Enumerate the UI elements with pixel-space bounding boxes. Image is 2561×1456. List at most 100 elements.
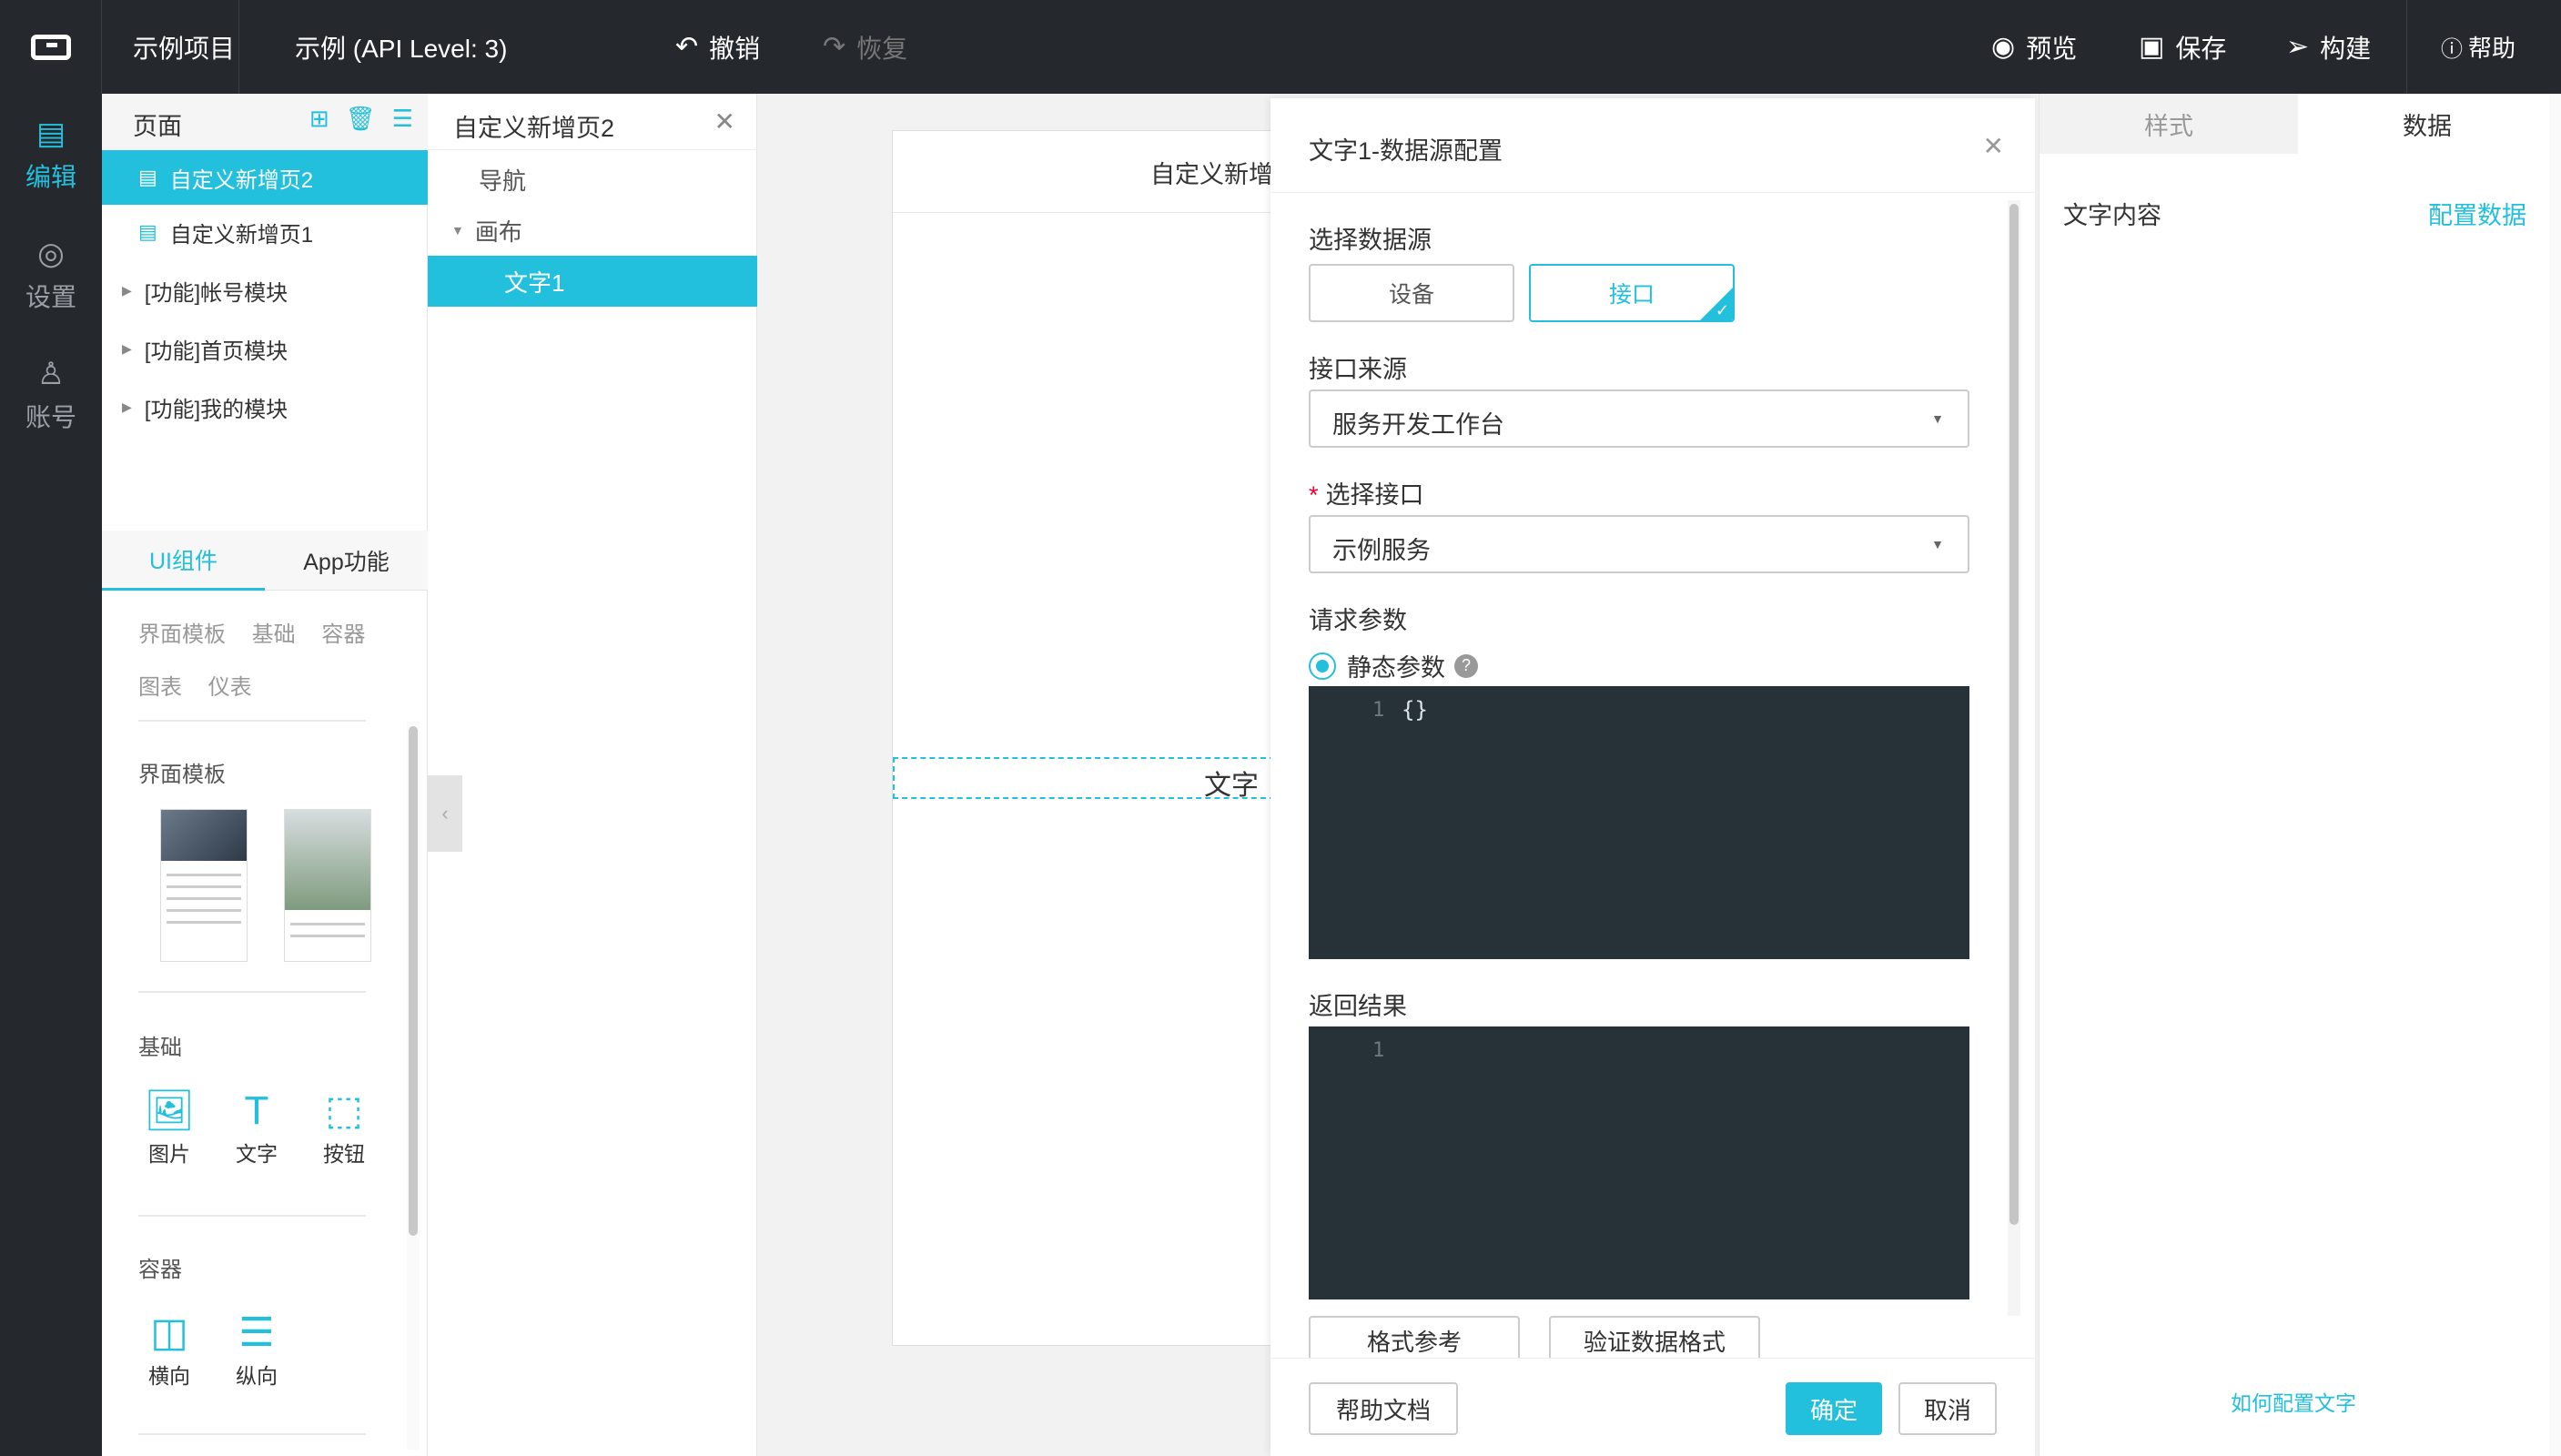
component-vertical[interactable]: ☰ 纵向 (220, 1308, 293, 1390)
topbar-divider-2 (2406, 0, 2407, 94)
check-icon: ✓ (1715, 301, 1729, 319)
required-mark: * (1309, 481, 1319, 509)
category-filter-row[interactable]: 图表 仪表 (138, 669, 252, 701)
rail-edit[interactable]: ▤ 编辑 (0, 116, 102, 194)
select-api-value: 示例服务 (1332, 537, 1431, 564)
tab-style[interactable]: 样式 (2040, 94, 2298, 154)
undo-button[interactable]: ↶ 撤销 (675, 0, 760, 94)
template-thumbnail[interactable] (284, 809, 371, 962)
radio-selected-icon (1309, 652, 1336, 680)
module-item[interactable]: ▶ [功能]我的模块 (102, 379, 428, 434)
redo-button[interactable]: ↷ 恢复 (823, 0, 907, 94)
select-api-select[interactable]: 示例服务 ▼ (1309, 515, 1969, 573)
page-item-label: 自定义新增页2 (169, 167, 314, 193)
eye-icon: ◉ (1991, 32, 2016, 62)
collapse-panel-handle[interactable]: ‹ (428, 775, 462, 852)
pages-toolbar: ⊞🗑☰ (309, 105, 413, 133)
api-source-select[interactable]: 服务开发工作台 ▼ (1309, 389, 1969, 448)
dialog-title: 文字1-数据源配置 (1309, 137, 1503, 165)
tab-data[interactable]: 数据 (2298, 94, 2556, 154)
left-rail: ▤ 编辑 ◎ 设置 ♙ 账号 (0, 94, 102, 1456)
component-text[interactable]: T 文字 (220, 1086, 293, 1168)
logo-icon (30, 34, 71, 60)
component-button[interactable]: ⬚ 按钮 (308, 1086, 380, 1168)
delete-page-icon[interactable]: 🗑 (346, 105, 392, 132)
section-title-templates: 界面模板 (138, 763, 226, 787)
component-image[interactable]: 🖼 图片 (133, 1086, 206, 1168)
undo-label: 撤销 (709, 34, 761, 63)
tree-node-nav[interactable]: 导航 (428, 154, 757, 205)
user-icon: ♙ (36, 357, 66, 391)
line-number: 1 (1372, 1039, 1385, 1062)
build-button[interactable]: ➢ 构建 (2286, 0, 2371, 94)
help-doc-button[interactable]: 帮助文档 (1309, 1382, 1458, 1435)
redo-label: 恢复 (856, 34, 908, 63)
expand-arrow-icon: ▶ (122, 340, 132, 356)
module-item[interactable]: ▶ [功能]首页模块 (102, 321, 428, 376)
confirm-button[interactable]: 确定 (1786, 1382, 1882, 1435)
page-icon: ▤ (138, 166, 157, 188)
app-name: 示例 (API Level: 3) (295, 34, 508, 63)
menu-icon[interactable]: ☰ (392, 105, 413, 132)
help-label: 帮助 (2468, 35, 2516, 62)
tab-app-features[interactable]: App功能 (265, 531, 428, 591)
static-params-radio[interactable]: 静态参数? (1309, 648, 1478, 683)
properties-scrollbar[interactable] (2549, 94, 2561, 1456)
outline-header: 自定义新增页2 ✕ (428, 94, 757, 150)
rail-settings[interactable]: ◎ 设置 (0, 236, 102, 314)
app-logo[interactable] (0, 0, 102, 94)
question-icon[interactable]: ? (1454, 653, 1478, 678)
divider (138, 1215, 366, 1217)
build-label: 构建 (2320, 34, 2372, 63)
response-code-editor[interactable]: 1 (1309, 1026, 1969, 1299)
project-name[interactable]: 示例项目 (133, 0, 235, 94)
expand-arrow-icon: ▶ (122, 282, 132, 298)
response-label: 返回结果 (1309, 993, 1407, 1020)
help-button[interactable]: ⓘ 帮助 (2441, 0, 2515, 94)
request-code-editor[interactable]: 1 {} (1309, 686, 1969, 959)
redo-icon: ↷ (823, 32, 846, 62)
dialog-scroll-thumb[interactable] (2009, 204, 2019, 1225)
category-filter-row[interactable]: 界面模板 基础 容器 (138, 616, 365, 648)
dropdown-arrow-icon: ▼ (1931, 537, 1944, 551)
save-button[interactable]: ▣ 保存 (2139, 0, 2226, 94)
page-item-label: 自定义新增页1 (169, 222, 314, 248)
tree-node-label: 画布 (474, 217, 522, 246)
config-data-link[interactable]: 配置数据 (2428, 196, 2526, 231)
cancel-button[interactable]: 取消 (1898, 1382, 1997, 1435)
static-params-label: 静态参数 (1347, 654, 1445, 682)
tree-node-text1[interactable]: 文字1 (428, 256, 757, 307)
datasource-device-button[interactable]: 设备 (1309, 264, 1514, 322)
module-item[interactable]: ▶ [功能]帐号模块 (102, 263, 428, 318)
tree-node-canvas[interactable]: ▼ 画布 (428, 205, 757, 256)
text-content-label: 文字内容 (2063, 202, 2161, 229)
request-params-label: 请求参数 (1309, 607, 1407, 634)
template-thumbnail[interactable] (160, 809, 248, 962)
tab-ui-components[interactable]: UI组件 (102, 531, 265, 591)
add-page-icon[interactable]: ⊞ (309, 105, 346, 132)
divider (138, 1433, 366, 1435)
page-item[interactable]: ▤ 自定义新增页2 (102, 150, 428, 205)
phone-preview: 自定义新增 文字 (892, 130, 1275, 1346)
page-item[interactable]: ▤ 自定义新增页1 (102, 205, 428, 259)
phone-nav-bar[interactable]: 自定义新增 (893, 131, 1275, 213)
outline-title: 自定义新增页2 (453, 115, 615, 142)
phone-nav-title: 自定义新增 (1150, 161, 1273, 188)
properties-panel: 样式 数据 文字内容 配置数据 如何配置文字 (2039, 94, 2561, 1456)
button-icon: ⬚ (325, 1088, 363, 1133)
components-scroll-thumb[interactable] (409, 726, 418, 1236)
datasource-dialog: 文字1-数据源配置 ✕ 选择数据源 设备 接口 ✓ 接口来源 服务开发工作台 ▼ … (1270, 98, 2035, 1456)
rail-account[interactable]: ♙ 账号 (0, 356, 102, 434)
rail-edit-label: 编辑 (25, 163, 76, 191)
close-icon[interactable]: ✕ (714, 106, 735, 136)
dialog-header: 文字1-数据源配置 ✕ (1270, 98, 2035, 193)
preview-button[interactable]: ◉ 预览 (1991, 0, 2077, 94)
outline-panel: 自定义新增页2 ✕ 导航 ▼ 画布 文字1 (428, 94, 757, 1456)
close-icon[interactable]: ✕ (1983, 131, 2004, 161)
datasource-api-button[interactable]: 接口 ✓ (1529, 264, 1735, 322)
how-to-config-link[interactable]: 如何配置文字 (2231, 1386, 2356, 1417)
preview-label: 预览 (2026, 34, 2078, 63)
columns-icon: ◫ (150, 1310, 188, 1355)
phone-text-component[interactable]: 文字 (893, 757, 1275, 801)
component-horizontal[interactable]: ◫ 横向 (133, 1308, 206, 1390)
